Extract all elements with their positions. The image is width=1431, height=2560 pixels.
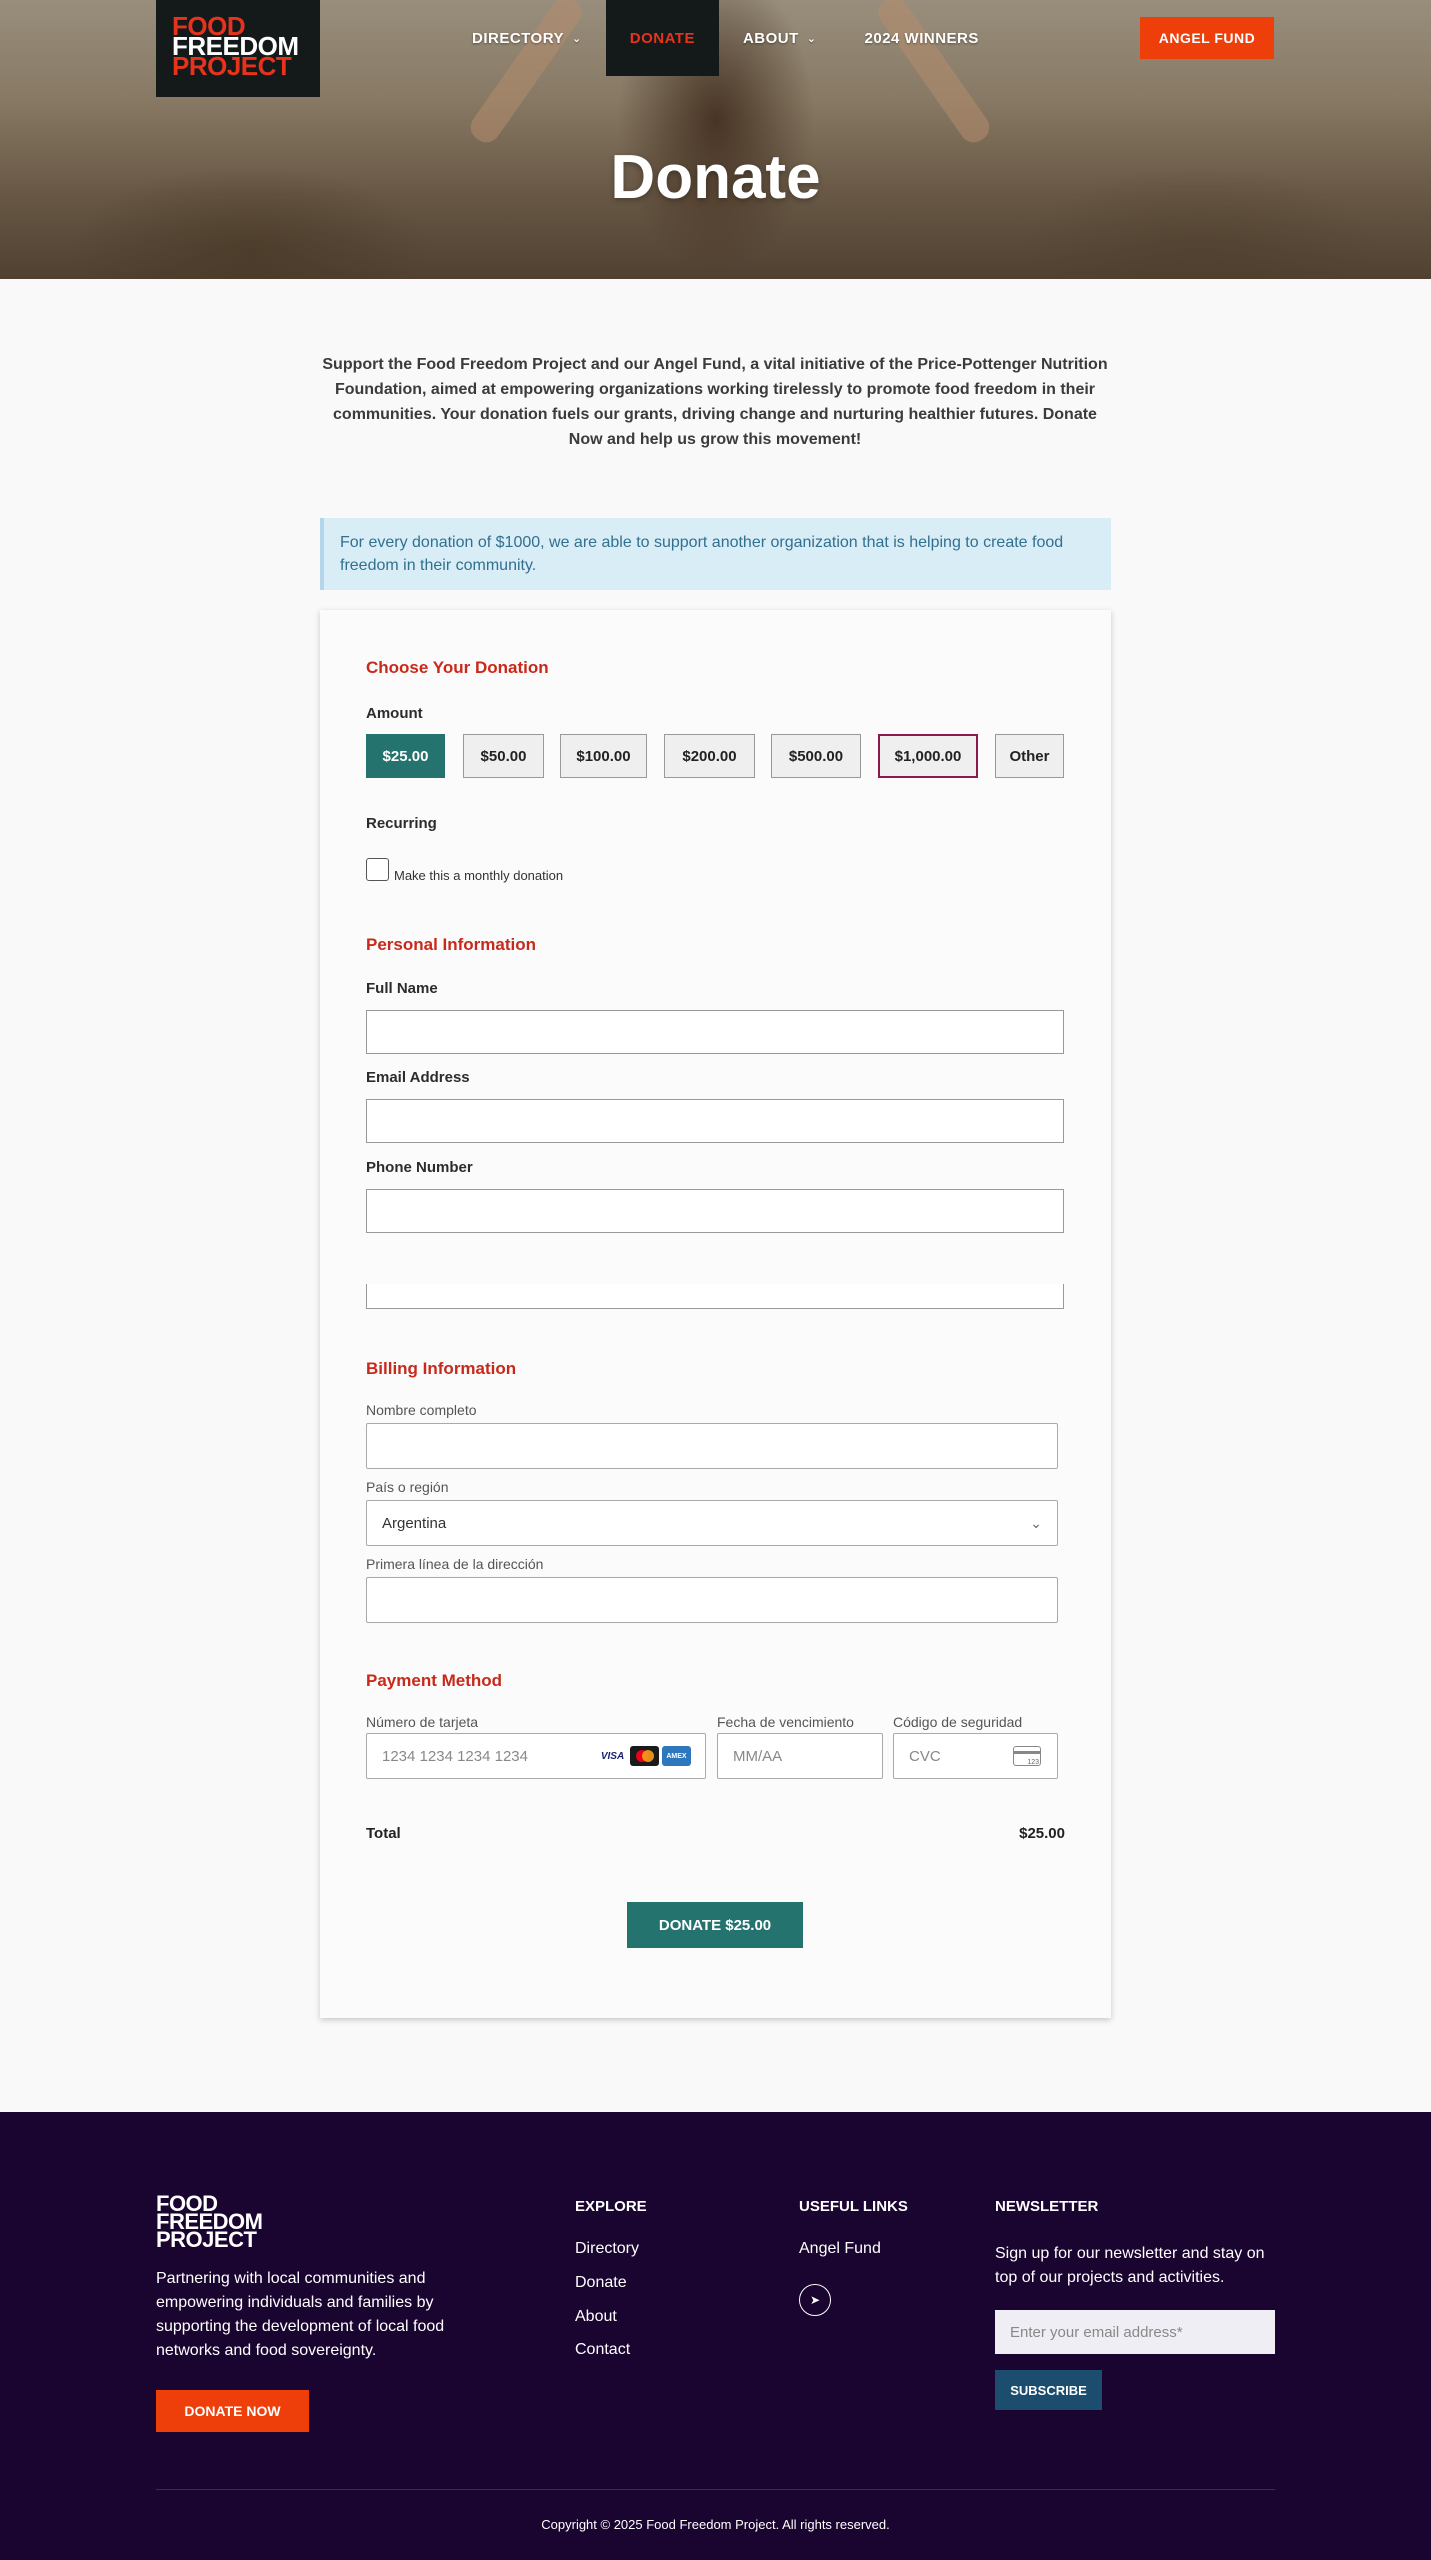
- telegram-icon[interactable]: ➤: [799, 2284, 831, 2316]
- footer-description: Partnering with local communities and em…: [156, 2270, 445, 2359]
- footer-logo[interactable]: FOOD FREEDOM PROJECT: [156, 2193, 263, 2251]
- cvc-input[interactable]: CVC 123: [893, 1733, 1058, 1779]
- monthly-donation-label: Make this a monthly donation: [394, 868, 564, 883]
- country-label: País o región: [366, 1479, 449, 1495]
- explore-heading: EXPLORE: [575, 2198, 647, 2215]
- nav-donate[interactable]: DONATE: [605, 0, 719, 76]
- amount-option-100[interactable]: $100.00: [560, 734, 647, 778]
- email-label: Email Address: [366, 1069, 470, 1086]
- phone-label: Phone Number: [366, 1159, 473, 1176]
- choose-donation-title: Choose Your Donation: [366, 658, 549, 677]
- useful-links-heading: USEFUL LINKS: [799, 2198, 908, 2215]
- full-name-label: Full Name: [366, 980, 438, 997]
- donate-submit-button[interactable]: DONATE $25.00: [627, 1902, 803, 1948]
- address-label: Primera línea de la dirección: [366, 1556, 544, 1572]
- card-number-input[interactable]: 1234 1234 1234 1234 VISA AMEX: [366, 1733, 706, 1779]
- address-input[interactable]: [366, 1577, 1058, 1623]
- mastercard-icon: [630, 1746, 659, 1766]
- hidden-field[interactable]: [366, 1284, 1064, 1309]
- amount-option-200[interactable]: $200.00: [664, 734, 755, 778]
- site-logo[interactable]: FOOD FREEDOM PROJECT: [156, 0, 320, 97]
- amount-label: Amount: [366, 705, 423, 722]
- expiry-input[interactable]: MM/AA: [717, 1733, 883, 1779]
- nav-2024-winners[interactable]: 2024 WINNERS: [841, 0, 1003, 76]
- visa-icon: VISA: [598, 1746, 627, 1766]
- subscribe-button[interactable]: SUBSCRIBE: [995, 2370, 1102, 2410]
- nav-about[interactable]: ABOUT ⌄: [719, 0, 841, 76]
- amount-option-25[interactable]: $25.00: [366, 734, 445, 778]
- footer-link-directory[interactable]: Directory: [575, 2240, 639, 2258]
- total-value: $25.00: [1019, 1825, 1065, 1842]
- billing-name-input[interactable]: [366, 1423, 1058, 1469]
- copyright: Copyright © 2025 Food Freedom Project. A…: [541, 2517, 890, 2532]
- donation-form: Choose Your Donation Amount $25.00 $50.0…: [320, 610, 1111, 2018]
- chevron-down-icon: ⌄: [806, 32, 817, 45]
- expiry-label: Fecha de vencimiento: [717, 1714, 854, 1730]
- billing-info-title: Billing Information: [366, 1359, 517, 1378]
- amount-option-50[interactable]: $50.00: [463, 734, 544, 778]
- site-footer: FOOD FREEDOM PROJECT Partnering with loc…: [0, 2112, 1431, 2560]
- intro-text: Support the Food Freedom Project and our…: [322, 356, 1108, 448]
- footer-link-about[interactable]: About: [575, 2308, 617, 2326]
- footer-donate-now-button[interactable]: DONATE NOW: [156, 2390, 309, 2432]
- newsletter-email-input[interactable]: Enter your email address*: [995, 2310, 1275, 2354]
- phone-input[interactable]: [366, 1189, 1064, 1233]
- amount-option-500[interactable]: $500.00: [771, 734, 861, 778]
- monthly-donation-checkbox[interactable]: [366, 858, 389, 881]
- main-nav: DIRECTORY ⌄ DONATE ABOUT ⌄ 2024 WINNERS: [448, 0, 1003, 76]
- country-select[interactable]: Argentina ⌄: [366, 1500, 1058, 1546]
- recurring-label: Recurring: [366, 815, 437, 832]
- info-notice: For every donation of $1000, we are able…: [320, 518, 1111, 590]
- card-brands: VISA AMEX: [598, 1746, 691, 1766]
- amex-icon: AMEX: [662, 1746, 691, 1766]
- newsletter-text: Sign up for our newsletter and stay on t…: [995, 2245, 1265, 2286]
- angel-fund-button[interactable]: ANGEL FUND: [1140, 17, 1274, 59]
- chevron-down-icon: ⌄: [1030, 1514, 1042, 1531]
- card-number-label: Número de tarjeta: [366, 1714, 479, 1730]
- footer-divider: [156, 2489, 1275, 2490]
- footer-link-angel-fund[interactable]: Angel Fund: [799, 2240, 881, 2258]
- footer-link-donate[interactable]: Donate: [575, 2274, 627, 2292]
- nav-directory[interactable]: DIRECTORY ⌄: [448, 0, 606, 76]
- chevron-down-icon: ⌄: [572, 32, 582, 45]
- total-label: Total: [366, 1825, 401, 1842]
- cvc-label: Código de seguridad: [893, 1714, 1023, 1730]
- page-title: Donate: [610, 143, 821, 212]
- newsletter-heading: NEWSLETTER: [995, 2198, 1099, 2215]
- cvc-card-icon: 123: [1013, 1746, 1041, 1766]
- footer-link-contact[interactable]: Contact: [575, 2341, 630, 2359]
- email-input[interactable]: [366, 1099, 1064, 1143]
- full-name-input[interactable]: [366, 1010, 1064, 1054]
- billing-name-label: Nombre completo: [366, 1402, 477, 1418]
- personal-info-title: Personal Information: [366, 935, 537, 954]
- amount-option-other[interactable]: Other: [995, 734, 1064, 778]
- payment-method-title: Payment Method: [366, 1671, 503, 1690]
- amount-option-1000[interactable]: $1,000.00: [878, 734, 978, 778]
